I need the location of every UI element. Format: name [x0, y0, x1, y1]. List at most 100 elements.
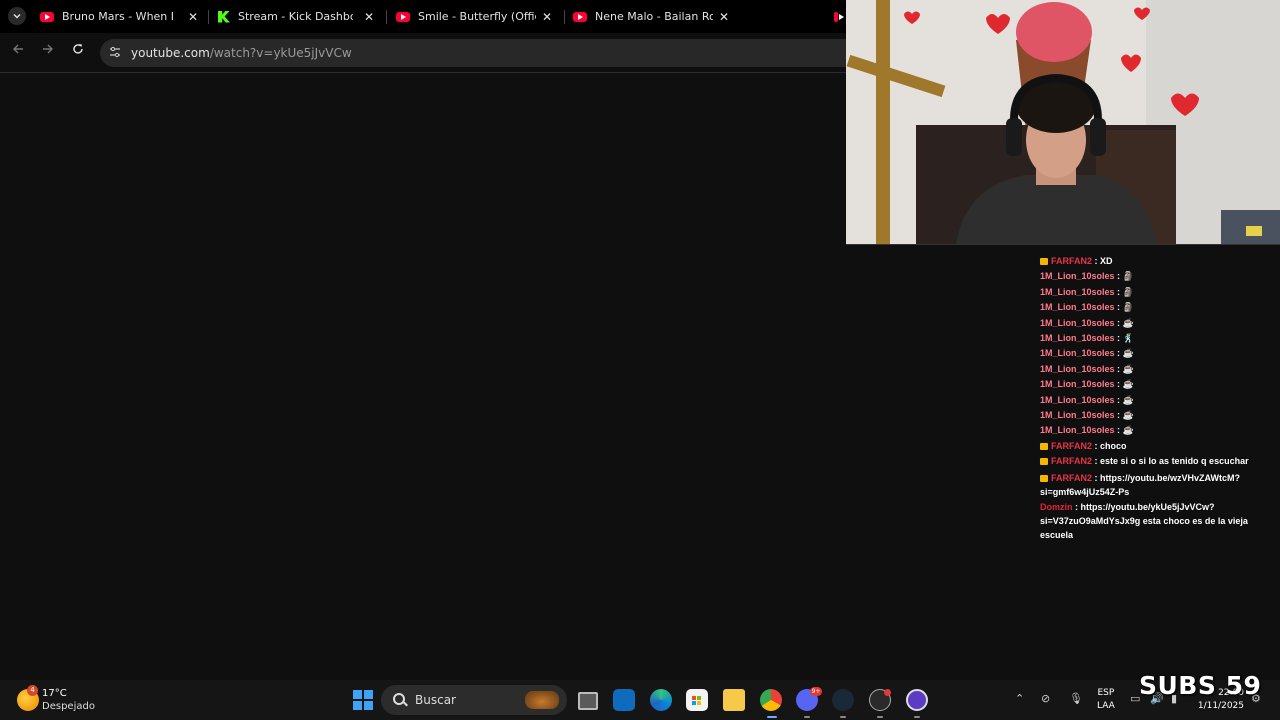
address-bar[interactable]: youtube.com/watch?v=ykUe5jJvVCw: [100, 39, 846, 67]
webcam-overlay: [846, 0, 1280, 245]
arrow-right-icon: [43, 44, 53, 54]
chevron-up-icon[interactable]: ⌃: [1015, 692, 1024, 705]
tab-smile-butterfly[interactable]: Smile - Butterfly (Official M ✕: [396, 0, 564, 33]
chat-username: FARFAN2: [1051, 440, 1093, 451]
tab-strip: Bruno Mars - When I Was ✕ Stream - Kick …: [0, 0, 846, 33]
clock-date: 1/11/2025: [1197, 701, 1244, 711]
youtube-icon: [573, 11, 587, 22]
chat-badge-icon: [1040, 474, 1048, 482]
back-button[interactable]: [12, 43, 24, 59]
tab-title: Stream - Kick Dashboard: [238, 10, 353, 23]
chat-text: : este si o si lo as tenido q escuchar: [1094, 456, 1249, 467]
chat-text: : ☕: [1117, 379, 1134, 390]
task-view-icon[interactable]: [578, 692, 598, 710]
tab-separator: [386, 10, 387, 24]
windows-logo-icon: [353, 690, 362, 699]
microphone-icon[interactable]: 🎙: [1069, 692, 1083, 705]
chrome-active-indicator: [767, 716, 777, 718]
outlook-icon[interactable]: [613, 689, 635, 711]
youtube-icon: [40, 11, 54, 22]
chat-username: Domzin: [1040, 501, 1073, 512]
file-explorer-icon[interactable]: [723, 689, 745, 711]
chat-text: : ☕: [1117, 317, 1134, 328]
chat-message: Domzin : https://youtu.be/ykUe5jJvVCw?si…: [1040, 500, 1280, 542]
chat-text: : 🕺: [1117, 333, 1134, 344]
store-grid-icon: [692, 696, 701, 705]
chat-text: : ☕: [1117, 425, 1134, 436]
chrome-icon[interactable]: [760, 689, 782, 711]
chat-message: FARFAN2 : choco: [1040, 439, 1280, 454]
language-line1: ESP: [1097, 688, 1115, 698]
webcam-image: [846, 0, 1280, 244]
chat-badge-icon: [1040, 458, 1048, 466]
chat-text: : 🗿: [1117, 271, 1134, 282]
chat-message: 1M_Lion_10soles : ☕: [1040, 393, 1280, 408]
steam-icon[interactable]: [832, 689, 854, 711]
chat-username: 1M_Lion_10soles: [1040, 333, 1115, 344]
chat-username: FARFAN2: [1051, 256, 1093, 266]
discord-indicator: [804, 716, 810, 718]
chat-text: : ☕: [1117, 363, 1134, 374]
chat-username: 1M_Lion_10soles: [1040, 394, 1115, 405]
chat-username: 1M_Lion_10soles: [1040, 363, 1115, 374]
start-button[interactable]: [353, 690, 373, 710]
app-circle-icon[interactable]: [906, 689, 928, 711]
close-icon[interactable]: ✕: [364, 10, 374, 24]
chat-text: : XD: [1094, 256, 1113, 266]
tab-separator: [208, 10, 209, 24]
close-icon[interactable]: ✕: [719, 10, 729, 24]
chat-message: 1M_Lion_10soles : ☕: [1040, 362, 1280, 377]
tab-title: Nene Malo - Bailan Rochas: [595, 10, 713, 23]
chat-username: 1M_Lion_10soles: [1040, 348, 1115, 359]
reload-icon: [73, 44, 83, 54]
steam-indicator: [840, 716, 846, 718]
chat-username: 1M_Lion_10soles: [1040, 410, 1115, 421]
close-icon[interactable]: ✕: [188, 10, 198, 24]
tab-kick-dashboard[interactable]: Stream - Kick Dashboard ✕: [218, 0, 386, 33]
tab-title: Bruno Mars - When I Was: [62, 10, 177, 23]
browser-toolbar: youtube.com/watch?v=ykUe5jJvVCw: [0, 33, 846, 73]
chat-username: FARFAN2: [1051, 472, 1093, 483]
chat-text: : 🗿: [1117, 286, 1134, 297]
network-off-icon[interactable]: ⊘: [1041, 692, 1050, 705]
chat-message: 1M_Lion_10soles : 🕺: [1040, 331, 1280, 346]
discord-badge: 9+: [810, 687, 822, 696]
forward-button[interactable]: [42, 43, 54, 59]
search-highlight-icon: [525, 691, 559, 709]
tab-partial[interactable]: [834, 0, 846, 33]
tab-nene-malo[interactable]: Nene Malo - Bailan Rochas ✕: [573, 0, 741, 33]
chat-username: 1M_Lion_10soles: [1040, 271, 1115, 282]
chat-text: : ☕: [1117, 410, 1134, 421]
url-text[interactable]: youtube.com/watch?v=ykUe5jJvVCw: [131, 46, 352, 60]
chat-username: 1M_Lion_10soles: [1040, 302, 1115, 313]
obs-recording-dot: [884, 689, 891, 696]
edge-icon[interactable]: [650, 689, 672, 711]
tab-bruno-mars[interactable]: Bruno Mars - When I Was ✕: [40, 0, 208, 33]
subs-counter: SUBS 59: [1139, 671, 1262, 700]
chat-badge-icon: [1040, 258, 1048, 265]
language-indicator[interactable]: ESP LAA: [1097, 687, 1115, 713]
chat-username: 1M_Lion_10soles: [1040, 317, 1115, 328]
url-host: youtube.com: [131, 46, 210, 60]
weather-temperature[interactable]: 17°C: [42, 688, 67, 699]
chat-message: 1M_Lion_10soles : ☕: [1040, 316, 1280, 331]
chat-username: 1M_Lion_10soles: [1040, 379, 1115, 390]
store-icon[interactable]: [686, 689, 708, 711]
weather-badge: 4: [27, 685, 38, 696]
chat-text: : ☕: [1117, 394, 1134, 405]
chat-message: 1M_Lion_10soles : ☕: [1040, 377, 1280, 392]
chat-message: 1M_Lion_10soles : 🗿: [1040, 269, 1280, 284]
chevron-down-icon: [13, 13, 21, 19]
chat-message: 1M_Lion_10soles : ☕: [1040, 423, 1280, 438]
reload-button[interactable]: [72, 43, 84, 59]
site-info-icon[interactable]: [109, 46, 121, 58]
app-indicator: [914, 716, 920, 718]
taskbar-search[interactable]: Buscar: [381, 685, 567, 715]
chat-message: 1M_Lion_10soles : 🗿: [1040, 285, 1280, 300]
chat-username: FARFAN2: [1051, 456, 1093, 467]
tab-search-button[interactable]: [8, 7, 26, 25]
weather-condition[interactable]: Despejado: [42, 701, 95, 712]
close-icon[interactable]: ✕: [542, 10, 552, 24]
language-line2: LAA: [1097, 701, 1115, 711]
chat-message: FARFAN2 : https://youtu.be/wzVHvZAWtcM?s…: [1040, 471, 1280, 499]
